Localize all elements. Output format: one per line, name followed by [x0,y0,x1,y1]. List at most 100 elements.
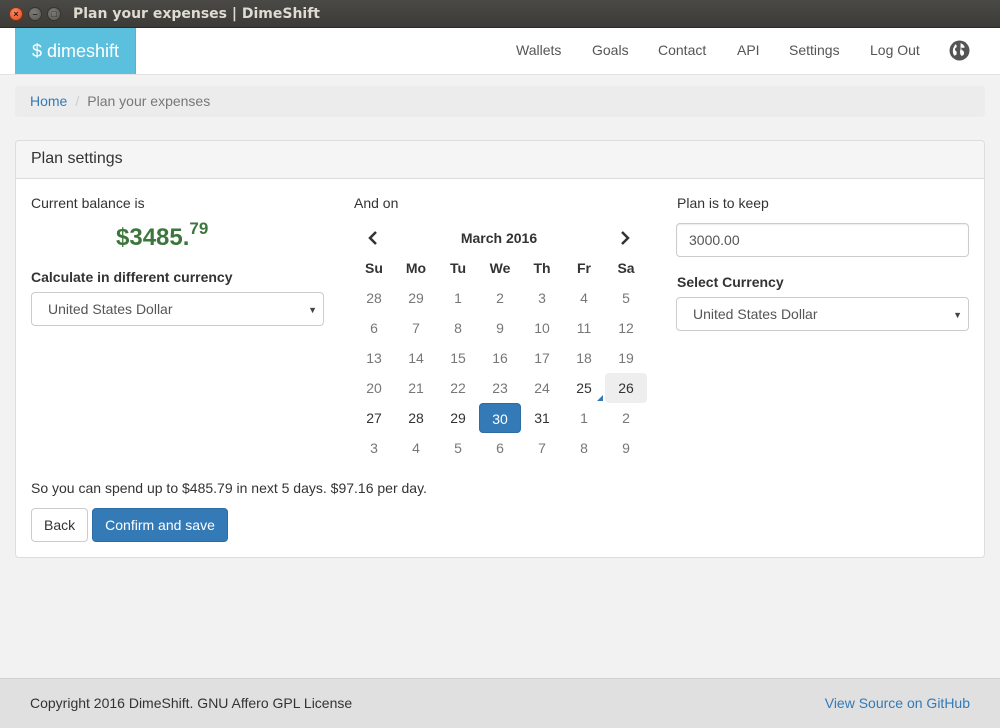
breadcrumb-separator: / [75,93,80,109]
calendar-day[interactable]: 18 [563,343,605,373]
calendar-week-row: 28 29 1 2 3 4 5 [353,283,647,313]
nav-item-api[interactable]: API [737,28,760,72]
calendar-day[interactable]: 9 [479,313,521,343]
breadcrumb-current: Plan your expenses [87,93,211,109]
calendar-week-row: 6 7 8 9 10 11 12 [353,313,647,343]
calendar-day[interactable]: 31 [521,403,563,433]
datepicker: March 2016 Su Mo Tu We Th Fr Sa 28 29 1 2 3 4 5 6 7 8 9 1… [353,223,647,463]
nav-item-logout[interactable]: Log Out [870,28,920,72]
weekday-header: We [489,260,511,276]
chevron-down-icon: ▼ [953,310,962,320]
weekday-row: Su Mo Tu We Th Fr Sa [353,253,647,283]
spend-summary: So you can spend up to $485.79 in next 5… [31,480,427,496]
footer: Copyright 2016 DimeShift. GNU Affero GPL… [0,678,1000,728]
chevron-down-icon: ▼ [308,305,317,315]
calendar-day[interactable]: 23 [479,373,521,403]
nav-item-goals[interactable]: Goals [592,28,629,72]
calendar-day[interactable]: 28 [353,283,395,313]
calc-currency-selected: United States Dollar [48,301,173,317]
datepicker-title[interactable]: March 2016 [393,223,605,253]
panel-heading: Plan settings [16,141,984,179]
calendar-day[interactable]: 26 [605,373,647,403]
calendar-day[interactable]: 29 [437,403,479,433]
calendar-week-row: 20 21 22 23 24 25 26 [353,373,647,403]
navbar: $ dimeshift Wallets Goals Contact API Se… [0,28,1000,75]
calendar-day[interactable]: 9 [605,433,647,463]
confirm-save-button[interactable]: Confirm and save [92,508,228,542]
calendar-day[interactable]: 10 [521,313,563,343]
calendar-day[interactable]: 1 [437,283,479,313]
calendar-day-selected[interactable]: 30 [479,403,521,433]
calendar-day[interactable]: 5 [437,433,479,463]
currency-selected: United States Dollar [693,306,818,322]
balance-whole: $3485. [116,224,190,251]
calendar-day[interactable]: 1 [563,403,605,433]
window-close-button[interactable]: × [9,7,23,21]
calendar-day[interactable]: 15 [437,343,479,373]
calendar-day[interactable]: 4 [563,283,605,313]
keep-amount-input[interactable]: 3000.00 [676,223,969,257]
breadcrumb-home-link[interactable]: Home [30,93,67,109]
weekday-header: Tu [449,260,467,276]
calendar-day[interactable]: 19 [605,343,647,373]
calendar-day[interactable]: 13 [353,343,395,373]
calendar-day[interactable]: 14 [395,343,437,373]
close-icon: × [13,9,19,19]
nav-item-wallets[interactable]: Wallets [516,28,561,72]
weekday-header: Sa [617,260,635,276]
calendar-day[interactable]: 20 [353,373,395,403]
date-label: And on [354,195,399,211]
window-title: Plan your expenses | DimeShift [73,6,321,22]
balance-cents: 79 [189,219,209,238]
calendar-day[interactable]: 16 [479,343,521,373]
nav-item-contact[interactable]: Contact [658,28,706,72]
balance-value: $3485.79 [116,219,208,252]
nav-item-settings[interactable]: Settings [789,28,840,72]
chevron-left-icon[interactable] [353,223,393,253]
minimize-icon: – [32,9,38,19]
calendar-day[interactable]: 8 [563,433,605,463]
calendar-day[interactable]: 3 [353,433,395,463]
window-minimize-button[interactable]: – [28,7,42,21]
balance-label: Current balance is [31,195,145,211]
weekday-header: Fr [577,260,591,276]
weekday-header: Su [365,260,383,276]
calendar-day[interactable]: 5 [605,283,647,313]
currency-label: Select Currency [677,274,784,290]
calendar-day[interactable]: 2 [605,403,647,433]
calendar-day[interactable]: 7 [395,313,437,343]
calendar-day[interactable]: 4 [395,433,437,463]
calendar-day[interactable]: 25 [563,373,605,403]
weekday-header: Mo [405,260,427,276]
calendar-week-row: 27 28 29 30 31 1 2 [353,403,647,433]
calendar-week-row: 3456789 [353,433,647,463]
calendar-day[interactable]: 21 [395,373,437,403]
calendar-day[interactable]: 6 [479,433,521,463]
calendar-day[interactable]: 17 [521,343,563,373]
calendar-day[interactable]: 27 [353,403,395,433]
calendar-day[interactable]: 12 [605,313,647,343]
window-maximize-button[interactable]: □ [47,7,61,21]
currency-select[interactable]: United States Dollar ▼ [676,297,969,331]
weekday-header: Th [533,260,551,276]
calendar-day[interactable]: 11 [563,313,605,343]
calendar-day[interactable]: 7 [521,433,563,463]
calendar-day[interactable]: 24 [521,373,563,403]
calendar-week-row: 13 14 15 16 17 18 19 [353,343,647,373]
calendar-day[interactable]: 2 [479,283,521,313]
datepicker-days: 28 29 1 2 3 4 5 6 7 8 9 10 11 12 13 14 15 16 17 18 19 20 21 22 2… [353,283,647,463]
github-source-link[interactable]: View Source on GitHub [825,695,970,711]
back-button[interactable]: Back [31,508,88,542]
keep-label: Plan is to keep [677,195,769,211]
globe-icon[interactable] [949,40,970,61]
brand-logo-link[interactable]: $ dimeshift [15,28,136,74]
calendar-day[interactable]: 29 [395,283,437,313]
calendar-day[interactable]: 8 [437,313,479,343]
calendar-day[interactable]: 3 [521,283,563,313]
chevron-right-icon[interactable] [605,223,645,253]
calc-currency-select[interactable]: United States Dollar ▼ [31,292,324,326]
calendar-day[interactable]: 28 [395,403,437,433]
calendar-day[interactable]: 22 [437,373,479,403]
calendar-day[interactable]: 6 [353,313,395,343]
window-titlebar: × – □ Plan your expenses | DimeShift [0,0,1000,28]
